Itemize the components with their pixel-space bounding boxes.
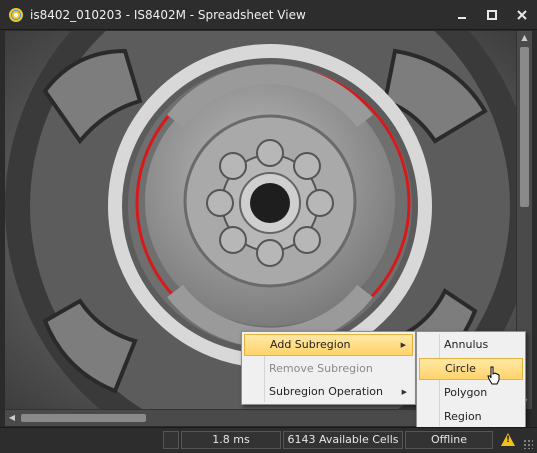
menu-item-label: Remove Subregion [269,362,373,375]
context-menu: Add Subregion ▶ Remove Subregion Subregi… [241,331,416,405]
status-cell-blank [163,431,179,449]
menu-item-remove-subregion[interactable]: Remove Subregion [244,358,413,380]
status-mode: Offline [405,431,493,449]
menu-item-subregion-operation[interactable]: Subregion Operation ▶ [244,381,413,403]
minimize-icon [458,17,466,19]
submenu-add-subregion: Annulus Circle Polygon Region [416,331,526,429]
resize-grip-icon[interactable] [523,439,533,449]
submenu-item-polygon[interactable]: Polygon [419,382,523,404]
close-icon [517,10,527,20]
close-button[interactable] [507,0,537,30]
menu-item-add-subregion[interactable]: Add Subregion ▶ [244,334,413,356]
maximize-icon [487,10,497,20]
window-title: is8402_010203 - IS8402M - Spreadsheet Vi… [30,7,306,22]
submenu-arrow-icon: ▶ [401,388,407,396]
title-bar: is8402_010203 - IS8402M - Spreadsheet Vi… [0,0,537,30]
submenu-item-annulus[interactable]: Annulus [419,334,523,356]
status-available-cells: 6143 Available Cells [283,431,403,449]
status-timing: 1.8 ms [181,431,281,449]
submenu-item-region[interactable]: Region [419,406,523,428]
app-icon[interactable] [9,7,23,22]
warning-mark: ! [506,435,511,445]
hand-cursor-icon [487,366,500,385]
scroll-up-arrow-icon[interactable]: ▲ [517,31,532,45]
menu-item-label: Subregion Operation [269,385,383,398]
status-bar: 1.8 ms 6143 Available Cells Offline ! [0,427,537,453]
scroll-left-arrow-icon[interactable]: ◀ [5,410,19,426]
menu-item-label: Add Subregion [270,338,351,351]
minimize-button[interactable] [447,0,477,30]
window-controls [447,0,537,30]
submenu-item-circle[interactable]: Circle [419,358,523,380]
menu-item-label: Region [444,410,482,423]
vertical-scroll-thumb[interactable] [520,47,529,207]
menu-item-label: Polygon [444,386,488,399]
submenu-arrow-icon: ▶ [400,341,406,349]
horizontal-scroll-thumb[interactable] [21,414,146,422]
menu-item-label: Circle [445,362,476,375]
menu-item-label: Annulus [444,338,489,351]
maximize-button[interactable] [477,0,507,30]
